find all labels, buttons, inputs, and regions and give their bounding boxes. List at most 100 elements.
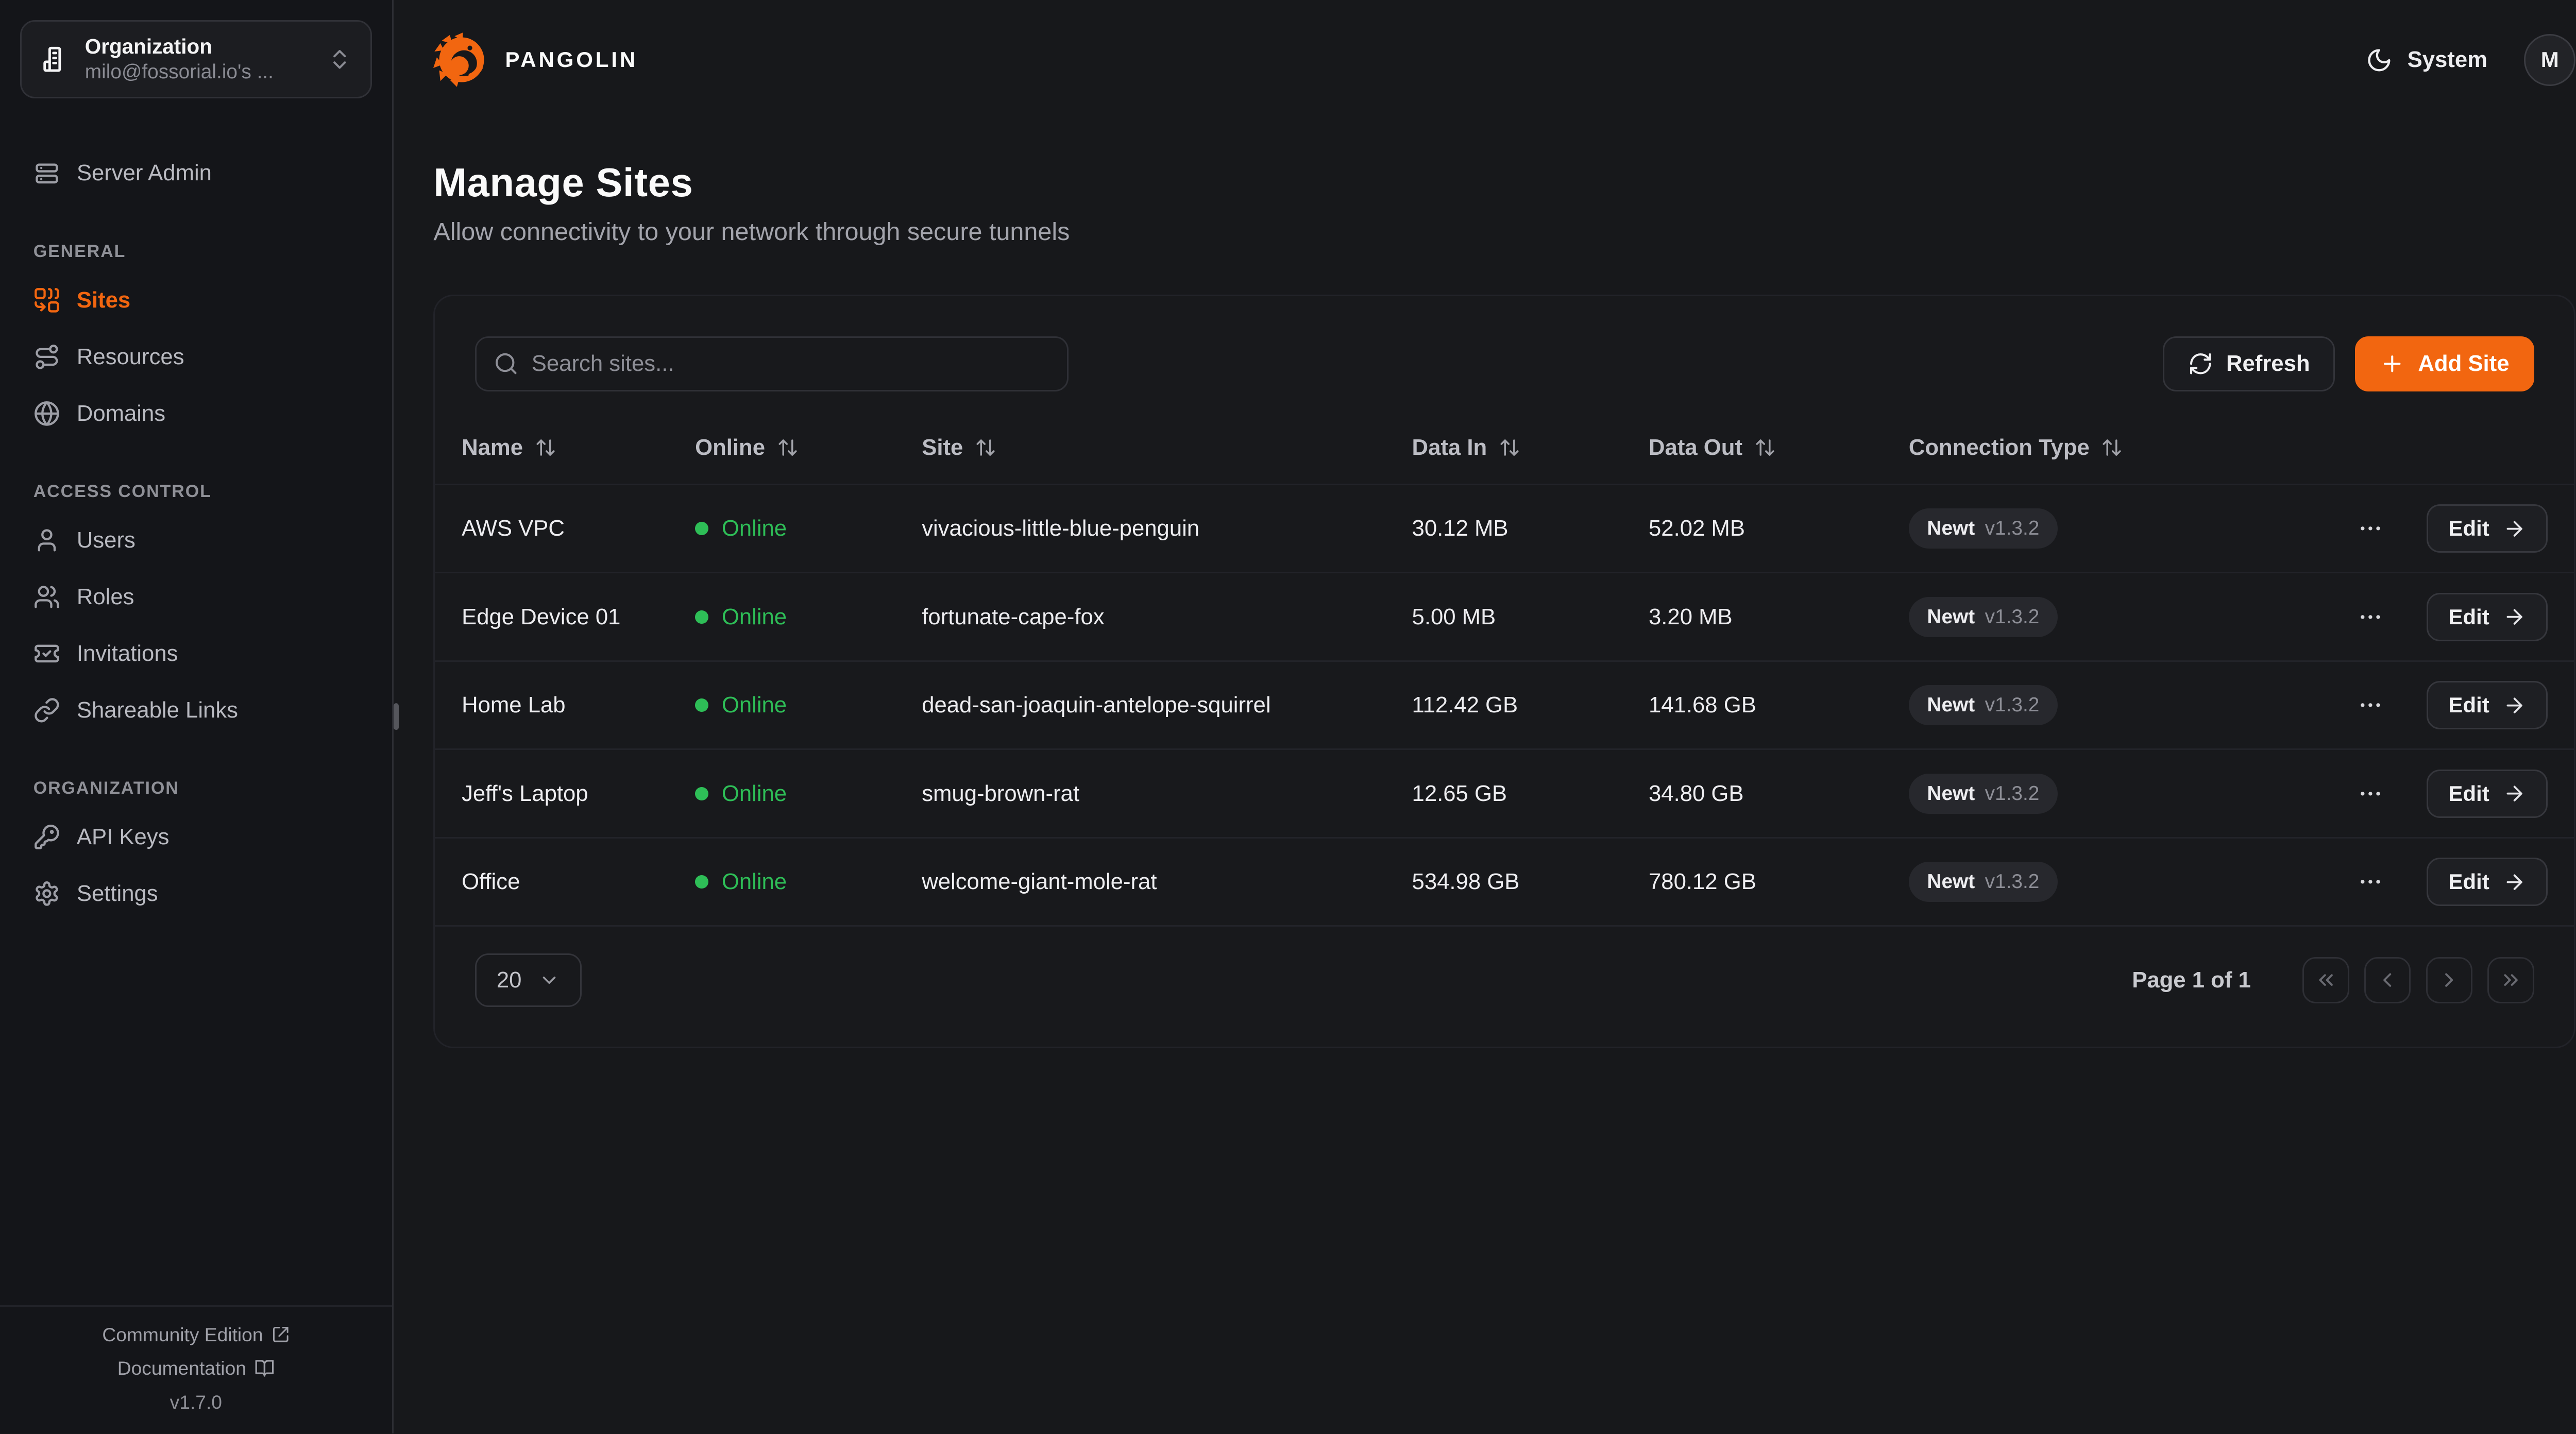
edit-button[interactable]: Edit (2427, 858, 2547, 906)
refresh-button[interactable]: Refresh (2163, 336, 2335, 391)
documentation-link[interactable]: Documentation (117, 1357, 275, 1379)
community-edition-link[interactable]: Community Edition (102, 1324, 290, 1346)
column-header-online[interactable]: Online (668, 418, 895, 484)
row-menu-button[interactable] (2353, 865, 2387, 899)
edit-button[interactable]: Edit (2427, 504, 2547, 553)
connection-type-badge: Newtv1.3.2 (1909, 685, 2058, 725)
arrow-right-icon (2503, 782, 2526, 805)
row-menu-button[interactable] (2353, 777, 2387, 810)
documentation-label: Documentation (117, 1357, 246, 1379)
org-text: Organization milo@fossorial.io's ... (85, 34, 312, 84)
refresh-icon (2188, 351, 2213, 377)
column-header-name[interactable]: Name (435, 418, 668, 484)
sidebar-item-api-keys[interactable]: API Keys (20, 809, 372, 865)
sidebar-item-invitations[interactable]: Invitations (20, 625, 372, 682)
arrow-right-icon (2503, 517, 2526, 540)
main-area: PANGOLIN System M Manage Sites Allow con… (394, 0, 2576, 1433)
sort-icon (777, 437, 799, 458)
sites-card: Refresh Add Site Name Online (433, 295, 2575, 1048)
cell-data-in: 534.98 GB (1385, 869, 1622, 895)
cell-data-in: 30.12 MB (1385, 516, 1622, 541)
sidebar-resize-handle[interactable] (394, 704, 399, 730)
sidebar-item-label: Domains (77, 401, 165, 426)
chevron-left-icon (2376, 968, 2399, 992)
sidebar-item-shareable-links[interactable]: Shareable Links (20, 682, 372, 739)
cell-site: dead-san-joaquin-antelope-squirrel (895, 692, 1385, 718)
table-row: Home Lab Online dead-san-joaquin-antelop… (435, 662, 2574, 750)
table-row: Office Online welcome-giant-mole-rat 534… (435, 839, 2574, 927)
card-footer: 20 Page 1 of 1 (435, 927, 2574, 1047)
community-edition-label: Community Edition (102, 1324, 263, 1346)
moon-icon (2366, 47, 2393, 74)
connection-type-badge: Newtv1.3.2 (1909, 597, 2058, 637)
sort-icon (535, 437, 556, 458)
cell-data-in: 112.42 GB (1385, 692, 1622, 718)
table-header-row: Name Online Site Data In (435, 418, 2574, 485)
status-badge: Online (695, 781, 787, 807)
org-switcher[interactable]: Organization milo@fossorial.io's ... (20, 20, 372, 98)
column-header-data-out[interactable]: Data Out (1622, 418, 1882, 484)
row-menu-button[interactable] (2353, 512, 2387, 545)
avatar-initial: M (2541, 47, 2559, 72)
row-menu-button[interactable] (2353, 689, 2387, 722)
sidebar-item-domains[interactable]: Domains (20, 385, 372, 442)
user-icon (33, 527, 60, 554)
column-header-site[interactable]: Site (895, 418, 1385, 484)
online-dot-icon (695, 610, 708, 624)
sidebar-item-label: Server Admin (77, 160, 212, 186)
building-icon (40, 44, 70, 74)
first-page-button[interactable] (2302, 957, 2349, 1004)
sidebar-item-label: Settings (77, 881, 158, 907)
status-badge: Online (695, 869, 787, 895)
link-icon (33, 697, 60, 724)
edit-button[interactable]: Edit (2427, 770, 2547, 818)
sidebar-item-roles[interactable]: Roles (20, 569, 372, 625)
combine-icon (33, 287, 60, 314)
avatar[interactable]: M (2524, 34, 2575, 86)
sidebar-item-resources[interactable]: Resources (20, 329, 372, 385)
table-row: Jeff's Laptop Online smug-brown-rat 12.6… (435, 750, 2574, 839)
table-row: Edge Device 01 Online fortunate-cape-fox… (435, 573, 2574, 662)
brand-logo-link[interactable]: PANGOLIN (433, 31, 638, 88)
add-site-button[interactable]: Add Site (2355, 336, 2534, 391)
edit-button[interactable]: Edit (2427, 593, 2547, 641)
cell-data-in: 5.00 MB (1385, 604, 1622, 630)
column-header-connection-type[interactable]: Connection Type (1882, 418, 2289, 484)
column-header-data-in[interactable]: Data In (1385, 418, 1622, 484)
cell-name: Jeff's Laptop (435, 781, 668, 807)
page-head: Manage Sites Allow connectivity to your … (394, 120, 2576, 246)
book-open-icon (255, 1358, 275, 1378)
next-page-button[interactable] (2426, 957, 2473, 1004)
sidebar-item-server-admin[interactable]: Server Admin (20, 145, 372, 201)
ellipsis-icon (2357, 604, 2384, 630)
app-window: Organization milo@fossorial.io's ... Ser… (0, 0, 2576, 1433)
row-menu-button[interactable] (2353, 600, 2387, 634)
server-icon (33, 160, 60, 187)
external-link-icon (272, 1325, 290, 1344)
sidebar: Organization milo@fossorial.io's ... Ser… (0, 0, 394, 1433)
refresh-label: Refresh (2226, 351, 2310, 377)
cell-site: smug-brown-rat (895, 781, 1385, 807)
sidebar-item-sites[interactable]: Sites (20, 272, 372, 329)
ticket-check-icon (33, 640, 60, 667)
pangolin-logo-icon (433, 31, 490, 88)
prev-page-button[interactable] (2364, 957, 2411, 1004)
users-icon (33, 584, 60, 610)
topbar-actions: System M (2366, 34, 2576, 86)
cell-name: AWS VPC (435, 516, 668, 541)
sort-icon (2101, 437, 2123, 458)
card-toolbar: Refresh Add Site (435, 296, 2574, 418)
sort-icon (1754, 437, 1776, 458)
table-row: AWS VPC Online vivacious-little-blue-pen… (435, 485, 2574, 574)
edit-button[interactable]: Edit (2427, 681, 2547, 729)
cell-data-out: 34.80 GB (1622, 781, 1882, 807)
search-input[interactable] (475, 336, 1069, 391)
sidebar-item-users[interactable]: Users (20, 512, 372, 569)
last-page-button[interactable] (2487, 957, 2534, 1004)
arrow-right-icon (2503, 605, 2526, 628)
key-icon (33, 824, 60, 850)
theme-toggle[interactable]: System (2366, 47, 2487, 74)
sidebar-item-settings[interactable]: Settings (20, 865, 372, 922)
page-size-select[interactable]: 20 (475, 953, 582, 1007)
chevrons-right-icon (2499, 968, 2522, 992)
